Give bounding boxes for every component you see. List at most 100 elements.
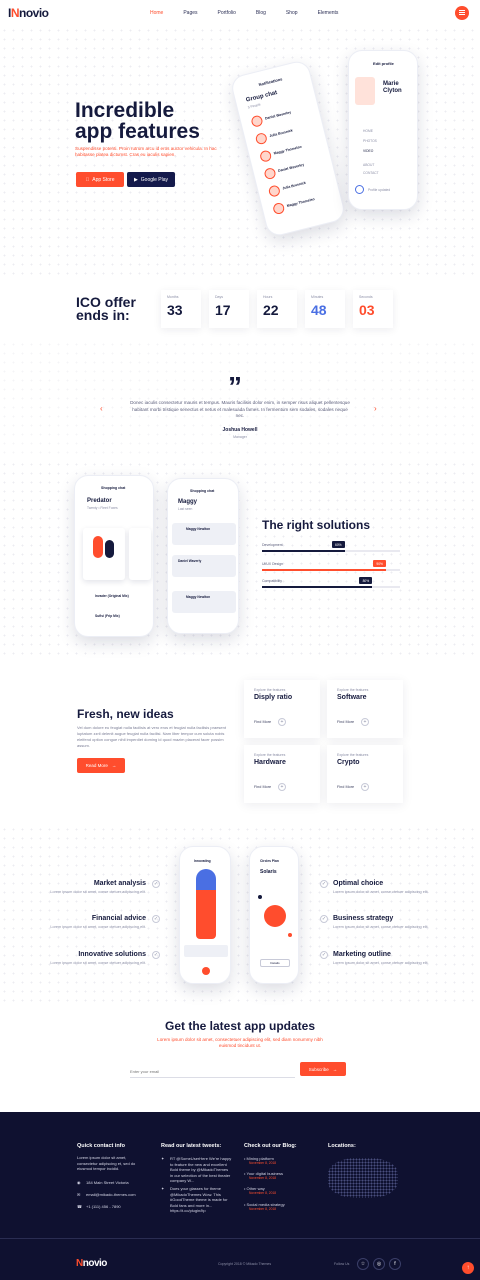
app-store-button[interactable]: App Store bbox=[76, 172, 124, 187]
back-to-top-button[interactable]: ↑ bbox=[462, 1262, 474, 1274]
profile-menu-item[interactable]: PHOTOS bbox=[363, 139, 377, 143]
profile-first-name: Marie bbox=[383, 81, 399, 87]
avatar bbox=[272, 201, 286, 216]
footer-address: 184 Main Street Victoria bbox=[86, 1180, 129, 1185]
track-item[interactable]: Invader (Original Mix) bbox=[95, 594, 129, 598]
phone-header: Innovating bbox=[194, 859, 211, 863]
avatar bbox=[254, 131, 268, 146]
read-more-button[interactable]: Read More → bbox=[77, 758, 125, 773]
phone-header: Shopping chat bbox=[101, 486, 126, 490]
phone-header: Circles Plan bbox=[260, 859, 279, 863]
check-icon bbox=[355, 185, 364, 194]
play-icon: ▶ bbox=[133, 176, 138, 183]
feature-business-strategy: Business strategy Lorem ipsum dolor sit a… bbox=[333, 915, 429, 929]
check-icon: ✓ bbox=[320, 915, 328, 923]
feature-card[interactable]: Explore the features Crypto Find More + bbox=[327, 745, 403, 803]
skill-bar-fill bbox=[262, 550, 345, 552]
orbit-planet bbox=[264, 905, 286, 927]
social-facebook-icon[interactable]: f bbox=[389, 1258, 401, 1270]
arrow-right-icon: → bbox=[111, 763, 117, 768]
testimonial-role: Manager bbox=[233, 435, 247, 439]
phone-header: Shopping chat bbox=[190, 489, 215, 493]
nav-pages[interactable]: Pages bbox=[183, 10, 197, 16]
hero-description: Suspendisse potenti. Proin rutrum arcu i… bbox=[75, 146, 217, 157]
chat-sender: Daniel Waverly bbox=[178, 559, 202, 563]
person-name: Maggy Thomelso bbox=[286, 197, 316, 208]
details-button[interactable]: Details bbox=[260, 959, 290, 967]
skill-label: Compatibility bbox=[262, 579, 283, 583]
features-phone-right: Circles Plan Solaris Details bbox=[249, 846, 299, 984]
nav-elements[interactable]: Elements bbox=[318, 10, 339, 16]
person-name: Julia Brusnick bbox=[268, 128, 294, 139]
shopping-phone: Shopping chat Predator Twenty • Fleet Fo… bbox=[74, 475, 154, 637]
nav-portfolio[interactable]: Portfolio bbox=[218, 10, 236, 16]
phone-header: Notifications bbox=[258, 76, 283, 88]
google-play-button[interactable]: ▶ Google Play bbox=[127, 172, 175, 187]
nav-blog[interactable]: Blog bbox=[256, 10, 266, 16]
prev-arrow-icon[interactable]: ‹ bbox=[100, 404, 103, 413]
nav-shop[interactable]: Shop bbox=[286, 10, 298, 16]
next-arrow-icon[interactable]: › bbox=[374, 404, 377, 413]
tweet[interactable]: Does your glasses for theme @MikadoTheme… bbox=[170, 1186, 232, 1214]
profile-menu-item[interactable]: ABOUT bbox=[363, 163, 374, 167]
footer-logo[interactable]: Nnovio bbox=[76, 1258, 107, 1269]
phone-title: Predator bbox=[87, 498, 112, 504]
footer-phone[interactable]: +1 (111) 456 - 7890 bbox=[86, 1204, 121, 1210]
phone-title: Solaris bbox=[260, 869, 277, 875]
arrow-right-icon: → bbox=[332, 1066, 338, 1072]
profile-status: Profile updated bbox=[368, 188, 391, 192]
subscribe-title: Get the latest app updates bbox=[164, 1019, 316, 1033]
player-bar bbox=[184, 945, 228, 957]
world-map bbox=[328, 1158, 398, 1198]
menu-icon[interactable] bbox=[455, 6, 469, 20]
social-instagram-icon[interactable]: ◎ bbox=[373, 1258, 385, 1270]
profile-menu-item[interactable]: HOME bbox=[363, 129, 373, 133]
features-phone-left: Innovating bbox=[179, 846, 231, 984]
mail-icon: ✉ bbox=[77, 1192, 81, 1197]
check-icon: ✓ bbox=[320, 951, 328, 959]
twitter-icon: ✦ bbox=[161, 1156, 165, 1161]
orbit-dot bbox=[258, 895, 262, 899]
figure-illustration bbox=[105, 540, 114, 558]
apple-icon:  bbox=[86, 177, 90, 183]
phone-icon: ☎ bbox=[77, 1204, 82, 1209]
play-button[interactable] bbox=[202, 967, 210, 975]
footer-blog-date: November 8, 2018 bbox=[249, 1161, 277, 1165]
avatar bbox=[267, 184, 282, 198]
skill-badge: 90% bbox=[373, 560, 387, 567]
countdown-hours: Hours 22 bbox=[257, 290, 297, 328]
check-icon: ✓ bbox=[152, 951, 160, 959]
check-icon: ✓ bbox=[320, 880, 328, 888]
subscribe-description: Lorem ipsum dolor sit amet, consectetuer… bbox=[157, 1037, 323, 1048]
chat-sender: Maggy Newlton bbox=[186, 527, 211, 531]
chat-phone: Shopping chat Maggy Last seen Maggy Newl… bbox=[167, 478, 239, 634]
figure-illustration bbox=[196, 869, 216, 939]
countdown-minutes: Minutes 48 bbox=[305, 290, 345, 328]
feature-card[interactable]: Explore the features Disply ratio Find Mor… bbox=[244, 680, 320, 738]
skill-bar-development: 60% bbox=[262, 541, 400, 552]
nav-home[interactable]: Home bbox=[150, 10, 163, 16]
countdown-months: Months 33 bbox=[161, 290, 201, 328]
feature-marketing-outline: Marketing outline Lorem ipsum dolor sit a… bbox=[333, 951, 429, 965]
track-item[interactable]: Sufisi (Frip Mix) bbox=[95, 614, 120, 618]
tweet[interactable]: RT @SomeUserHere We're happy to feature … bbox=[170, 1156, 232, 1184]
person-name: Daniel Waverley bbox=[264, 110, 292, 121]
person-name: Daniel Waverley bbox=[277, 162, 305, 173]
feature-card[interactable]: Explore the features Software Find More + bbox=[327, 680, 403, 738]
footer-contact-heading: Quick contact info bbox=[77, 1143, 125, 1149]
album-card[interactable] bbox=[83, 528, 125, 580]
email-input[interactable] bbox=[130, 1066, 295, 1078]
countdown-title: ICO offer ends in: bbox=[76, 294, 136, 323]
profile-menu-item[interactable]: VIDEO bbox=[363, 149, 373, 153]
profile-menu-item[interactable]: CONTACT bbox=[363, 171, 379, 175]
check-icon: ✓ bbox=[152, 880, 160, 888]
subscribe-button[interactable]: Subscribe → bbox=[300, 1062, 346, 1076]
person-name: Julia Brusnick bbox=[282, 180, 307, 191]
plus-icon: + bbox=[361, 783, 369, 791]
chat-sender: Maggy Newlton bbox=[186, 595, 211, 599]
footer-email[interactable]: email@mikado-themes.com bbox=[86, 1192, 136, 1198]
album-card[interactable] bbox=[129, 528, 151, 580]
social-star-icon[interactable]: ☆ bbox=[357, 1258, 369, 1270]
logo[interactable]: INnovio bbox=[8, 6, 49, 20]
feature-card[interactable]: Explore the features Hardware Find More + bbox=[244, 745, 320, 803]
